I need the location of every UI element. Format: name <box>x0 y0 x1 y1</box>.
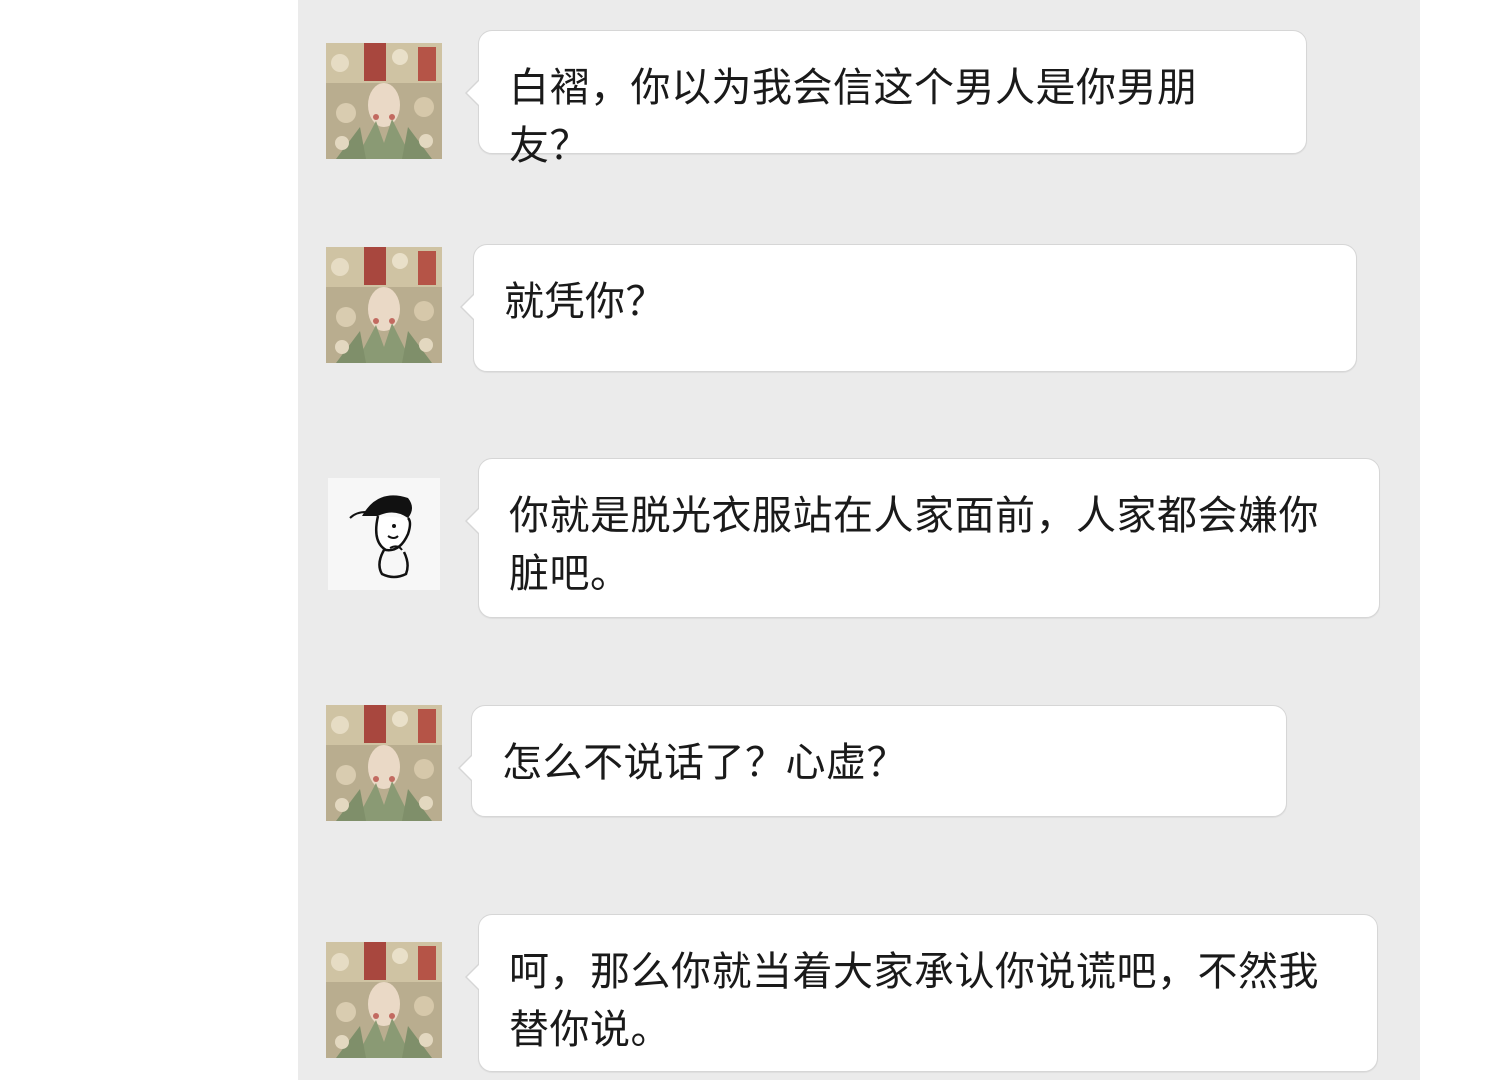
message-text: 白褶，你以为我会信这个男人是你男朋友？ <box>509 65 1198 169</box>
message-bubble[interactable]: 呵，那么你就当着大家承认你说谎吧，不然我替你说。 <box>465 914 1378 1072</box>
floral-portrait-icon <box>326 942 442 1058</box>
floral-portrait-icon <box>326 705 442 821</box>
contact-avatar-cartoon[interactable] <box>328 478 440 590</box>
chat-panel: 白褶，你以为我会信这个男人是你男朋友？ 就凭你？ 你就是脱光衣服站在人家面前，人… <box>298 0 1420 1080</box>
message-text: 怎么不说话了？心虚？ <box>502 740 907 786</box>
contact-avatar-floral[interactable] <box>326 43 442 159</box>
message-bubble[interactable]: 怎么不说话了？心虚？ <box>458 705 1287 817</box>
floral-portrait-icon <box>326 247 442 363</box>
message-bubble[interactable]: 你就是脱光衣服站在人家面前，人家都会嫌你脏吧。 <box>465 458 1380 618</box>
message-text: 呵，那么你就当着大家承认你说谎吧，不然我替你说。 <box>509 949 1319 1053</box>
contact-avatar-floral[interactable] <box>326 942 442 1058</box>
message-text: 你就是脱光衣服站在人家面前，人家都会嫌你脏吧。 <box>509 493 1319 597</box>
cartoon-face-icon <box>328 478 440 590</box>
message-bubble[interactable]: 白褶，你以为我会信这个男人是你男朋友？ <box>465 30 1307 169</box>
message-bubble[interactable]: 就凭你？ <box>460 244 1357 372</box>
contact-avatar-floral[interactable] <box>326 247 442 363</box>
contact-avatar-floral[interactable] <box>326 705 442 821</box>
message-text: 就凭你？ <box>504 279 666 325</box>
floral-portrait-icon <box>326 43 442 159</box>
